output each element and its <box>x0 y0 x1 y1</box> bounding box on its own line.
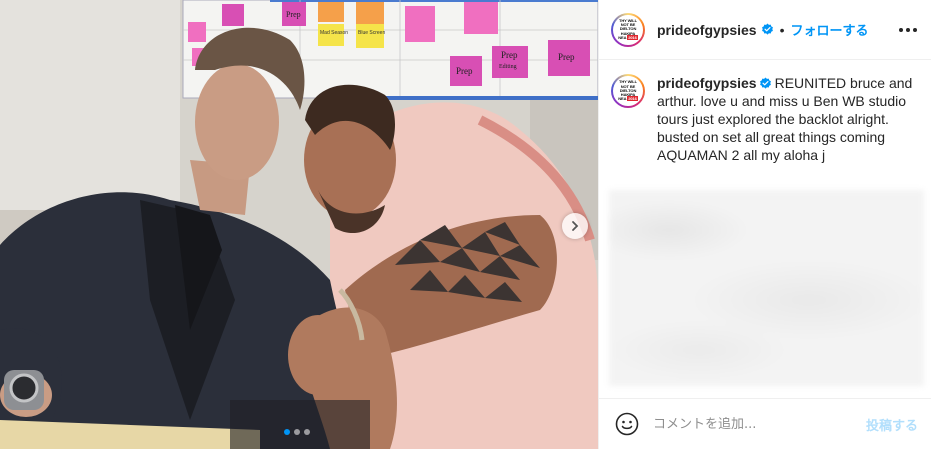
post-username[interactable]: prideofgypsies <box>657 22 757 38</box>
carousel-dot <box>294 429 300 435</box>
more-options-icon[interactable] <box>899 27 917 32</box>
svg-text:Blue Screen: Blue Screen <box>358 30 385 36</box>
header-separator: • <box>779 21 785 38</box>
svg-text:Editing: Editing <box>499 64 517 70</box>
caption-text: prideofgypsies REUNITED bruce and arthur… <box>657 74 919 164</box>
comment-input[interactable] <box>653 416 853 432</box>
post-sidebar: THY WILL NOT BE DIELTON HAKIPA NEA 2016 … <box>598 0 931 449</box>
carousel-dot-active <box>284 429 290 435</box>
verified-badge-icon <box>761 23 774 36</box>
follow-button[interactable]: フォローする <box>791 20 869 39</box>
avatar-logo: THY WILL NOT BE DIELTON HAKIPA NEA 2016 <box>613 14 643 45</box>
svg-text:Prep: Prep <box>558 52 575 62</box>
svg-text:Prep: Prep <box>286 10 301 19</box>
post-comment-button[interactable]: 投稿する <box>866 415 918 434</box>
carousel-dot <box>304 429 310 435</box>
avatar-logo: THY WILL NOT BE DIELTON HAKIPA NEA 2016 <box>613 76 643 106</box>
caption-avatar[interactable]: THY WILL NOT BE DIELTON HAKIPA NEA 2016 <box>611 74 645 108</box>
carousel-next-button[interactable] <box>562 213 588 239</box>
photo-illustration: Prep Mad Season Blue Screen Prep Prep Ed… <box>0 0 598 449</box>
caption: THY WILL NOT BE DIELTON HAKIPA NEA 2016 … <box>599 60 931 164</box>
svg-text:Mad Season: Mad Season <box>320 30 348 36</box>
avatar[interactable]: THY WILL NOT BE DIELTON HAKIPA NEA 2016 <box>611 12 645 47</box>
svg-text:Prep: Prep <box>456 66 473 76</box>
caption-username[interactable]: prideofgypsies <box>657 75 757 91</box>
verified-badge-icon <box>759 77 772 90</box>
post-header: THY WILL NOT BE DIELTON HAKIPA NEA 2016 … <box>599 0 931 60</box>
chevron-right-icon <box>572 221 579 231</box>
carousel-indicator <box>284 429 310 435</box>
comment-bar: 投稿する <box>599 398 931 449</box>
svg-text:Prep: Prep <box>501 50 518 60</box>
emoji-icon[interactable] <box>615 412 639 436</box>
post-photo: Prep Mad Season Blue Screen Prep Prep Ed… <box>0 0 598 449</box>
blurred-comments-area <box>609 190 924 386</box>
